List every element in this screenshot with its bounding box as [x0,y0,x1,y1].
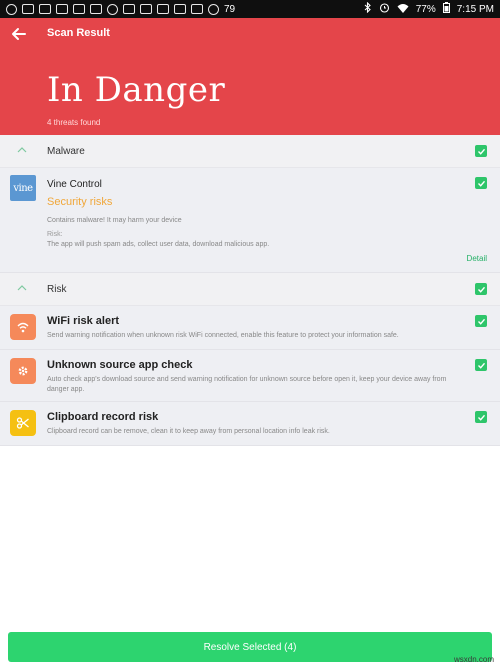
unknown-source-icon-tile [10,358,36,384]
risk-title: Security risks [47,196,113,208]
malware-section-header[interactable]: Malware [0,135,500,168]
checkmark-icon [477,286,485,293]
risk-item-unknown-source[interactable]: Unknown source app check Auto check app'… [0,350,500,402]
text-icon [157,4,169,14]
checkmark-icon [477,148,485,155]
instagram-icon [73,4,85,14]
temperature-text: 79 [224,3,236,15]
checkmark-icon [477,180,485,187]
risk-item-clipboard[interactable]: Clipboard record risk Clipboard record c… [0,402,500,446]
status-bar-notifications: 79 [6,3,236,15]
clipboard-risk-checkbox[interactable] [475,411,487,423]
warning-icon [123,4,135,14]
detail-link[interactable]: Detail [467,254,487,263]
vine-app-logo: vine [10,175,36,201]
risk-item-title: WiFi risk alert [47,315,120,327]
chevron-up-icon[interactable] [17,285,27,291]
watermark: wsxdn.com [453,655,494,664]
instagram-icon [191,4,203,14]
temperature-icon [208,3,219,15]
resolve-selected-button[interactable]: Resolve Selected (4) [8,632,492,662]
malware-section-label: Malware [47,145,85,157]
wifi-risk-checkbox[interactable] [475,315,487,327]
instagram-icon [90,4,102,14]
instagram-icon [56,4,68,14]
back-arrow-icon[interactable] [10,25,28,43]
vine-app-checkbox[interactable] [475,177,487,189]
app-name: Vine Control [47,179,102,190]
battery-percent: 77% [415,3,436,15]
battery-icon [442,2,450,16]
alarm-icon [379,2,390,16]
risk-item-description: Auto check app's download source and sen… [47,376,447,393]
wifi-icon [17,322,29,333]
risk-item-title: Clipboard record risk [47,411,159,423]
scan-result-header: Scan Result In Danger 4 threats found [0,18,500,135]
risk-item-description: Clipboard record can be remove, clean it… [47,428,330,435]
malware-section-checkbox[interactable] [475,145,487,157]
risk-label: Risk: [47,231,63,238]
wifi-icon [397,3,409,16]
checkmark-icon [477,414,485,421]
gallery-icon [140,4,152,14]
risk-section-header[interactable]: Risk [0,273,500,306]
clipboard-risk-icon-tile [10,410,36,436]
risk-item-title: Unknown source app check [47,359,193,371]
status-bar-system: 77% 7:15 PM [364,1,494,16]
threat-count: 4 threats found [47,118,101,127]
risk-detail-text: The app will push spam ads, collect user… [47,241,270,248]
risk-section-label: Risk [47,283,67,295]
scissors-icon [16,417,29,429]
checkmark-icon [477,318,485,325]
status-bar: 79 77% 7:15 PM [0,0,500,18]
malware-app-card[interactable]: vine Vine Control Security risks Contain… [0,168,500,273]
bluetooth-icon [364,1,372,16]
mail-icon [39,4,51,14]
risk-description: Contains malware! It may harm your devic… [47,217,182,224]
gallery-icon [22,4,34,14]
risk-section-checkbox[interactable] [475,283,487,295]
clock: 7:15 PM [456,3,494,15]
page-title: Scan Result [47,27,110,39]
checkmark-icon [477,362,485,369]
notification-icon [6,3,17,15]
risk-item-description: Send warning notification when unknown r… [47,332,399,339]
photo-icon [174,4,186,14]
unknown-source-checkbox[interactable] [475,359,487,371]
vine-logo-text: vine [13,182,33,194]
gear-icon [18,366,28,376]
wifi-risk-icon-tile [10,314,36,340]
emoji-icon [107,3,118,15]
danger-status: In Danger [47,70,226,110]
risk-item-wifi[interactable]: WiFi risk alert Send warning notificatio… [0,306,500,350]
chevron-up-icon[interactable] [17,147,27,153]
